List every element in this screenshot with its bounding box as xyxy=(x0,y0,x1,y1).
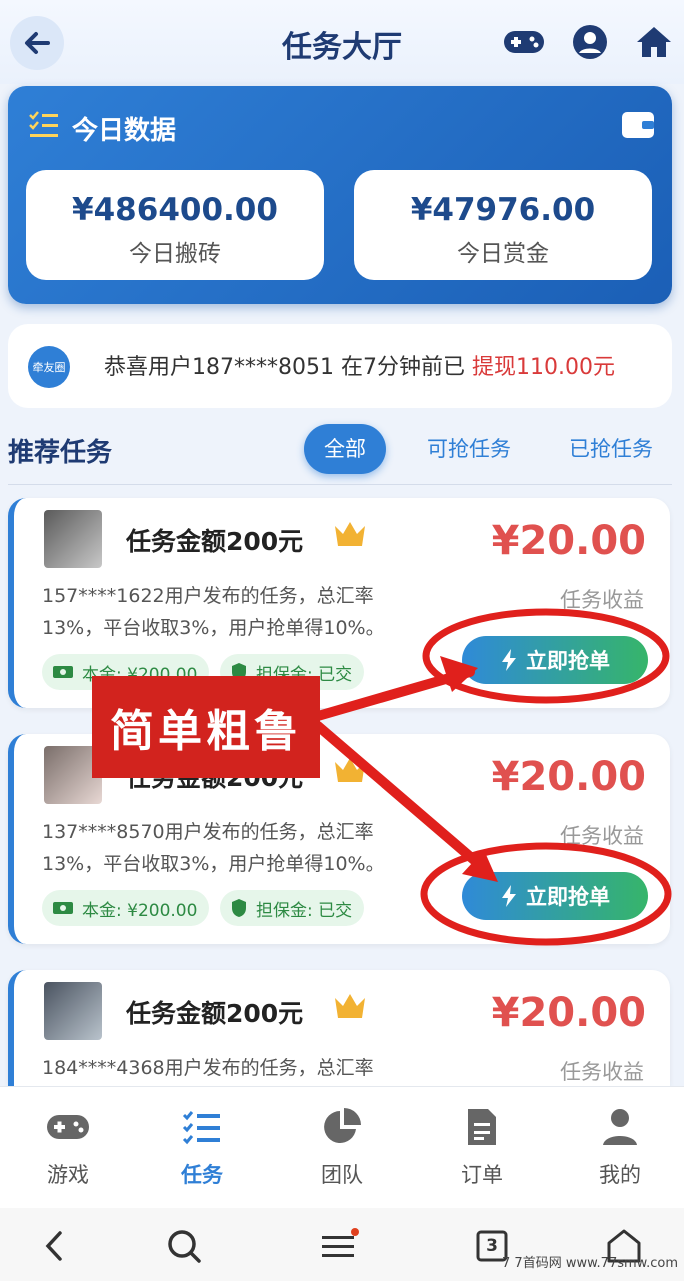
game-button[interactable] xyxy=(502,20,546,64)
divider xyxy=(8,484,672,485)
task-title: 任务金额200元 xyxy=(126,527,304,556)
grab-order-button[interactable]: 立即抢单 xyxy=(462,872,648,920)
system-search-button[interactable] xyxy=(160,1222,208,1270)
avatar xyxy=(44,510,102,568)
nav-label: 我的 xyxy=(599,1163,641,1187)
search-icon xyxy=(168,1230,201,1263)
shield-icon xyxy=(232,899,246,917)
nav-label: 团队 xyxy=(321,1163,363,1187)
deposit-chip: 担保金: 已交 xyxy=(220,890,365,926)
task-description: 137****8570用户发布的任务，总汇率13%，平台收取3%，用户抢单得10… xyxy=(42,821,385,875)
system-menu-button[interactable] xyxy=(316,1222,364,1270)
nav-item-team[interactable]: 团队 xyxy=(274,1087,410,1209)
task-income-label: 任务收益 xyxy=(560,1060,644,1084)
app-header: 任务大厅 xyxy=(0,0,684,84)
gamepad-icon xyxy=(46,1105,90,1149)
section-title: 推荐任务 xyxy=(8,438,113,468)
nav-label: 订单 xyxy=(461,1163,503,1187)
stat-label: 今日搬砖 xyxy=(129,241,221,267)
stat-value: ¥47976.00 xyxy=(410,192,596,228)
task-card: 任务金额200元 ¥20.00 任务收益 184****4368用户发布的任务，… xyxy=(8,970,670,1086)
wallet-icon[interactable] xyxy=(620,108,656,140)
task-description: 157****1622用户发布的任务，总汇率13%，平台收取3%，用户抢单得10… xyxy=(42,585,385,639)
principal-chip: 本金: ¥200.00 xyxy=(42,890,210,926)
task-title: 任务金额200元 xyxy=(126,999,304,1028)
profile-button[interactable] xyxy=(568,20,612,64)
stats-title: 今日数据 xyxy=(72,116,177,146)
nav-item-games[interactable]: 游戏 xyxy=(0,1087,136,1209)
user-icon xyxy=(598,1105,642,1149)
notice-logo: 牵友圈 xyxy=(28,346,70,388)
lightning-icon xyxy=(502,649,516,671)
withdraw-notice: 牵友圈 恭喜用户187****8051 在7分钟前已 提现110.00元 xyxy=(8,324,672,408)
task-income-label: 任务收益 xyxy=(560,588,644,612)
task-description: 184****4368用户发布的任务，总汇率 xyxy=(42,1057,374,1079)
notice-message: 恭喜用户187****8051 在7分钟前已 xyxy=(104,355,472,380)
bottom-nav: 游戏 任务 团队 订单 我的 xyxy=(0,1086,684,1208)
lightning-icon xyxy=(502,885,516,907)
task-price: ¥20.00 xyxy=(491,754,646,800)
grab-order-button[interactable]: 立即抢单 xyxy=(462,636,648,684)
task-price: ¥20.00 xyxy=(491,518,646,564)
tab-available[interactable]: 可抢任务 xyxy=(414,424,524,474)
principal-text: 本金: ¥200.00 xyxy=(82,900,198,921)
document-icon xyxy=(460,1105,504,1149)
tab-all[interactable]: 全部 xyxy=(304,424,386,474)
grab-order-label: 立即抢单 xyxy=(526,885,610,909)
nav-item-orders[interactable]: 订单 xyxy=(414,1087,550,1209)
pie-chart-icon xyxy=(320,1105,364,1149)
cash-icon xyxy=(53,902,73,914)
chevron-left-icon xyxy=(45,1231,62,1261)
checklist-icon xyxy=(29,111,58,137)
crown-icon xyxy=(335,758,365,782)
notice-amount: 提现110.00元 xyxy=(471,355,615,380)
task-list-icon xyxy=(180,1105,224,1149)
user-circle-icon xyxy=(573,25,607,59)
stat-daily-brick: ¥486400.00 今日搬砖 xyxy=(26,170,324,280)
avatar xyxy=(44,982,102,1040)
crown-icon xyxy=(335,994,365,1018)
crown-icon xyxy=(335,522,365,546)
stat-label: 今日赏金 xyxy=(457,241,549,267)
notice-text: 恭喜用户187****8051 在7分钟前已 提现110.00元 xyxy=(104,349,615,381)
annotation-label: 简单粗鲁 xyxy=(92,676,320,778)
stat-daily-bounty: ¥47976.00 今日赏金 xyxy=(354,170,652,280)
tab-grabbed[interactable]: 已抢任务 xyxy=(556,424,666,474)
task-income-label: 任务收益 xyxy=(560,824,644,848)
today-stats-panel: 今日数据 ¥486400.00 今日搬砖 ¥47976.00 今日赏金 xyxy=(8,86,672,304)
cash-icon xyxy=(53,666,73,678)
home-icon xyxy=(637,27,671,57)
nav-label: 任务 xyxy=(181,1163,223,1187)
task-price: ¥20.00 xyxy=(491,990,646,1036)
nav-label: 游戏 xyxy=(47,1163,89,1187)
nav-item-mine[interactable]: 我的 xyxy=(552,1087,684,1209)
deposit-text: 担保金: 已交 xyxy=(256,900,353,921)
grab-order-label: 立即抢单 xyxy=(526,649,610,673)
menu-icon xyxy=(322,1228,359,1257)
watermark: 7 7首码网 www.77smw.com xyxy=(502,1256,678,1271)
system-back-button[interactable] xyxy=(30,1222,78,1270)
home-button[interactable] xyxy=(632,20,676,64)
nav-item-tasks[interactable]: 任务 xyxy=(134,1087,270,1209)
gamepad-icon xyxy=(504,31,544,53)
stat-value: ¥486400.00 xyxy=(72,192,278,228)
